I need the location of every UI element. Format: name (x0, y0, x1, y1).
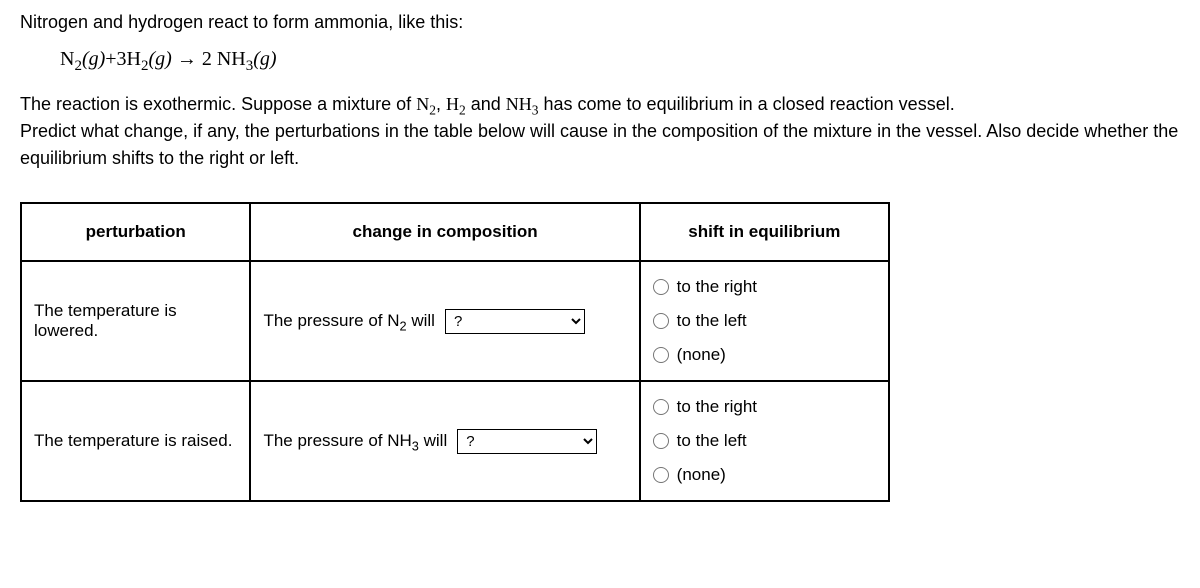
radio-option-none[interactable]: (none) (653, 345, 876, 365)
composition-cell: The pressure of NH3 will ? (250, 381, 639, 501)
radio-input[interactable] (653, 313, 669, 329)
radio-option-right[interactable]: to the right (653, 397, 876, 417)
radio-label: to the left (677, 431, 747, 451)
radio-input[interactable] (653, 399, 669, 415)
composition-cell: The pressure of N2 will ? (250, 261, 639, 381)
equilibrium-table: perturbation change in composition shift… (20, 202, 890, 502)
intro-text: Nitrogen and hydrogen react to form ammo… (20, 12, 1180, 33)
radio-label: (none) (677, 345, 726, 365)
chemical-equation: N2(g)+3H2(g) → 2 NH3(g) (60, 48, 1180, 71)
shift-cell: to the right to the left (none) (640, 381, 889, 501)
perturbation-cell: The temperature is lowered. (21, 261, 250, 381)
header-shift: shift in equilibrium (640, 203, 889, 261)
description-text: The reaction is exothermic. Suppose a mi… (20, 91, 1180, 172)
radio-label: to the left (677, 311, 747, 331)
radio-input[interactable] (653, 467, 669, 483)
radio-option-left[interactable]: to the left (653, 311, 876, 331)
radio-option-none[interactable]: (none) (653, 465, 876, 485)
radio-option-left[interactable]: to the left (653, 431, 876, 451)
perturbation-cell: The temperature is raised. (21, 381, 250, 501)
header-composition: change in composition (250, 203, 639, 261)
radio-option-right[interactable]: to the right (653, 277, 876, 297)
composition-select[interactable]: ? (457, 429, 597, 454)
composition-select[interactable]: ? (445, 309, 585, 334)
radio-label: (none) (677, 465, 726, 485)
composition-label: The pressure of N2 will (263, 311, 435, 331)
table-row: The temperature is raised. The pressure … (21, 381, 889, 501)
composition-label: The pressure of NH3 will (263, 431, 447, 451)
shift-cell: to the right to the left (none) (640, 261, 889, 381)
radio-label: to the right (677, 277, 757, 297)
radio-input[interactable] (653, 433, 669, 449)
header-perturbation: perturbation (21, 203, 250, 261)
radio-label: to the right (677, 397, 757, 417)
radio-input[interactable] (653, 279, 669, 295)
table-row: The temperature is lowered. The pressure… (21, 261, 889, 381)
radio-input[interactable] (653, 347, 669, 363)
